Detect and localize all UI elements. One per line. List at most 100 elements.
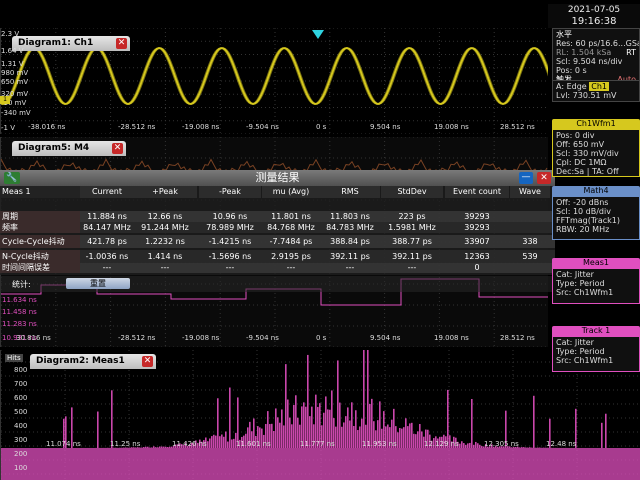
measurement-cell: --- <box>345 263 355 272</box>
measurement-column-header[interactable]: Event count <box>445 186 509 198</box>
diagram2-y-axis: 800 700 600 500 400 300 200 100 <box>14 360 38 475</box>
reset-button[interactable]: 重置 <box>66 278 130 289</box>
diagram5-tab[interactable]: Diagram5: M4 ✕ <box>12 141 126 156</box>
meas1box-info-line: Type: Period <box>556 279 605 288</box>
trigger-source: Ch1 <box>589 82 609 91</box>
measurement-cell: 10.96 ns <box>212 212 248 221</box>
measurement-cell: 12.66 ns <box>147 212 183 221</box>
diagram1-x-tick-label: -19.008 ns <box>182 123 220 131</box>
histogram-bar <box>229 387 231 448</box>
diagram1-x-tick-label: -38.016 ns <box>28 123 66 131</box>
stats-row: 统计: 重置 <box>0 276 555 292</box>
diagram5-title: Diagram5: M4 <box>18 143 90 153</box>
wrench-icon[interactable]: 🔧 <box>4 172 20 184</box>
diagram2-x-tick-label: 11.074 ns <box>46 440 81 448</box>
measurement-cell: 12363 <box>464 252 490 261</box>
measurement-column-header[interactable]: RMS <box>320 186 380 198</box>
measurement-cell: 11.801 ns <box>271 212 311 221</box>
measurement-cell: 338 <box>522 237 538 246</box>
diagram2-x-axis: 11.074 ns 11.25 ns 11.426 ns 11.601 ns 11.77… <box>0 440 640 450</box>
close-icon[interactable]: ✕ <box>537 172 551 184</box>
ch1wfm1-info-line: Off: 650 mV <box>556 140 605 149</box>
diagram1-x-tick-label: 19.008 ns <box>434 123 469 131</box>
diagram5-y-tick-label: 11.634 ns <box>2 296 37 304</box>
ch1-level-marker[interactable]: 1 <box>0 96 10 104</box>
diagram2-title: Diagram2: Meas1 <box>36 356 125 366</box>
measurement-cell: 1.5981 MHz <box>388 223 436 232</box>
measurement-title: 测量结果 <box>255 171 300 184</box>
diagram2-y-tick-label: 500 <box>14 408 28 416</box>
diagram1-y-tick-label: 1.31 V <box>1 60 24 68</box>
meas1-panel[interactable]: Meas1 Cat: Jitter Type: Period Src: Ch1Wfm… <box>552 258 640 304</box>
measurement-column-header[interactable]: mu (Avg) <box>262 186 320 198</box>
math4-panel[interactable]: Math4 Off: -20 dBns Scl: 10 dB/div FFTmag(… <box>552 186 640 240</box>
diagram2-histogram <box>1 350 640 480</box>
histogram-bar <box>367 350 369 448</box>
ch1wfm1-panel[interactable]: Ch1Wfm1 Pos: 0 div Off: 650 mV Scl: 330 mV… <box>552 119 640 177</box>
measurement-cell: 39293 <box>464 212 490 221</box>
measurement-cell: 84.783 MHz <box>326 223 374 232</box>
measurement-cell: 539 <box>522 252 538 261</box>
close-icon[interactable]: ✕ <box>142 356 153 367</box>
measurement-title-bar[interactable]: 🔧 测量结果 — ✕ <box>0 170 555 186</box>
meas1box-info-line: Src: Ch1Wfm1 <box>556 288 614 297</box>
measurement-cell: --- <box>407 263 417 272</box>
track1box-info-line: Src: Ch1Wfm1 <box>556 356 614 365</box>
trigger-position-marker[interactable] <box>312 30 324 39</box>
measurement-cell: 1.414 ns <box>147 252 183 261</box>
diagram1-x-axis: -38.016 ns -28.512 ns -19.008 ns -9.504 ns 0… <box>0 123 548 133</box>
math4-info-line: Off: -20 dBns <box>556 198 609 207</box>
math4-title: Math4 <box>552 186 640 196</box>
measurement-cell: 78.989 MHz <box>206 223 254 232</box>
diagram5-x-axis: 30.816 ns -28.512 ns -19.008 ns -9.504 ns 0 … <box>0 334 548 344</box>
measurement-cell: --- <box>160 263 170 272</box>
diagram2-y-tick-label: 200 <box>14 450 28 458</box>
measurement-cell: 392.11 ps <box>392 252 432 261</box>
ch1wfm1-info-line: Dec:Sa | TA: Off <box>556 167 619 176</box>
date-text: 2021-07-05 <box>567 5 621 15</box>
measurement-column-header[interactable]: Wave <box>510 186 550 198</box>
track1-panel[interactable]: Track 1 Cat: Jitter Type: Period Src: Ch1W… <box>552 326 640 372</box>
diagram1-y-tick-label: 980 mV <box>1 69 29 77</box>
diagram2-tab[interactable]: Diagram2: Meas1 ✕ <box>30 354 156 369</box>
diagram2-y-tick-label: 600 <box>14 394 28 402</box>
math4-info-line: RBW: 20 MHz <box>556 225 610 234</box>
stats-label: 统计: <box>12 280 31 289</box>
trigger-settings-panel[interactable]: A: Edge Ch1 Lvl: 730.51 mV <box>552 80 640 102</box>
track1box-info-line: Cat: Jitter <box>556 338 594 347</box>
ch1wfm1-title: Ch1Wfm1 <box>552 119 640 129</box>
meas1-title: Meas1 <box>552 258 640 268</box>
measurement-column-header[interactable]: +Peak <box>133 186 197 198</box>
close-icon[interactable]: ✕ <box>112 143 123 154</box>
diagram2-plot[interactable] <box>0 350 640 480</box>
measurement-column-header[interactable]: Current <box>80 186 134 198</box>
minimize-button[interactable]: — <box>519 172 533 184</box>
datetime-display: 2021-07-05 19:16:38 <box>548 4 640 28</box>
measurement-cell: 388.84 ps <box>330 237 370 246</box>
horizontal-title: 水平 <box>556 30 572 39</box>
diagram1-x-tick-label: -28.512 ns <box>118 123 156 131</box>
diagram1-y-tick-label: 2.3 V <box>1 30 20 38</box>
measurement-group-label: Meas 1 <box>0 186 80 198</box>
histogram-bar <box>307 354 309 448</box>
diagram5-y-tick-label: 11.458 ns <box>2 308 37 316</box>
close-icon[interactable]: ✕ <box>116 38 127 49</box>
diagram2-y-tick-label: 100 <box>14 464 28 472</box>
measurement-cell <box>510 263 550 273</box>
diagram2-x-tick-label: 11.426 ns <box>172 440 207 448</box>
diagram2-y-tick-label: 400 <box>14 422 28 430</box>
diagram1-y-tick-label: -340 mV <box>1 109 31 117</box>
diagram5-x-tick-label: -28.512 ns <box>118 334 156 342</box>
measurement-column-header[interactable]: StdDev <box>381 186 443 198</box>
horizontal-pos: Pos: 0 s <box>556 66 587 75</box>
horizontal-res: Res: 60 ps/16.6...GSa/s <box>556 39 640 48</box>
measurement-cell: 84.147 MHz <box>83 223 131 232</box>
horizontal-scl: Scl: 9.504 ns/div <box>556 57 623 66</box>
measurement-cell: 11.803 ns <box>330 212 370 221</box>
diagram5-x-tick-label: 0 s <box>316 334 327 342</box>
measurement-cell: 392.11 ps <box>330 252 370 261</box>
measurement-column-header[interactable]: -Peak <box>199 186 261 198</box>
measurement-cell: --- <box>286 263 296 272</box>
measurement-cell: 91.244 MHz <box>141 223 189 232</box>
diagram5-x-tick-label: -19.008 ns <box>182 334 220 342</box>
